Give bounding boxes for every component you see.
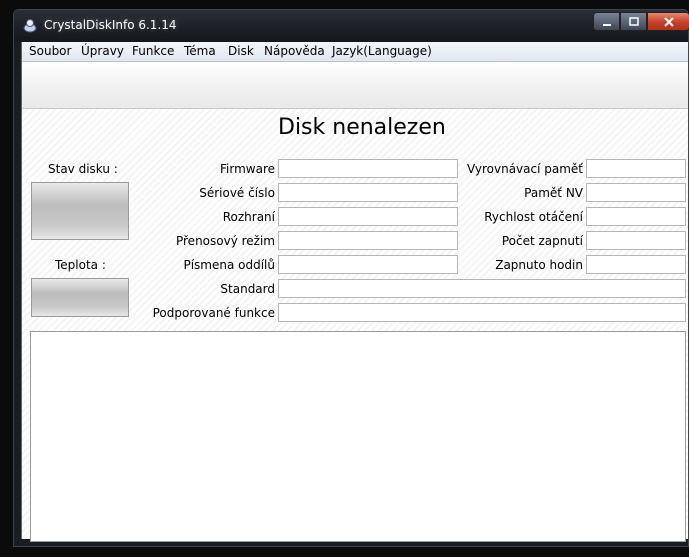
health-status-button[interactable] <box>31 182 129 240</box>
serial-number-field[interactable] <box>278 183 458 202</box>
interface-field[interactable] <box>278 207 458 226</box>
menu-bar: Soubor Úpravy Funkce Téma Disk Nápověda … <box>22 42 688 62</box>
menu-soubor[interactable]: Soubor <box>29 44 71 58</box>
power-on-hours-label: Zapnuto hodin <box>495 258 583 272</box>
rotation-rate-field[interactable] <box>586 207 686 226</box>
maximize-button[interactable] <box>620 12 647 31</box>
temperature-label: Teplota : <box>55 258 106 272</box>
maximize-icon <box>628 17 639 26</box>
drive-letters-field[interactable] <box>278 255 458 274</box>
client-area: Soubor Úpravy Funkce Téma Disk Nápověda … <box>21 42 688 542</box>
transfer-mode-field[interactable] <box>278 231 458 250</box>
health-status-label: Stav disku : <box>48 162 118 176</box>
smart-attributes-list[interactable] <box>30 331 686 542</box>
buffer-size-label: Vyrovnávací paměť <box>466 162 583 176</box>
menu-funkce[interactable]: Funkce <box>132 44 174 58</box>
firmware-field[interactable] <box>278 159 458 178</box>
drive-letters-label: Písmena oddílů <box>183 258 275 272</box>
rotation-rate-label: Rychlost otáčení <box>484 210 583 224</box>
menu-napoveda[interactable]: Nápověda <box>264 44 325 58</box>
minimize-icon <box>602 24 611 26</box>
nv-cache-label: Paměť NV <box>524 186 583 200</box>
menu-upravy[interactable]: Úpravy <box>81 44 124 58</box>
nv-cache-field[interactable] <box>586 183 686 202</box>
menu-jazyk[interactable]: Jazyk(Language) <box>332 44 432 58</box>
window-title: CrystalDiskInfo 6.1.14 <box>44 18 177 32</box>
title-bar[interactable]: CrystalDiskInfo 6.1.14 <box>14 10 689 42</box>
standard-field[interactable] <box>278 279 686 298</box>
disk-title: Disk nenalezen <box>278 115 446 140</box>
power-on-count-field[interactable] <box>586 231 686 250</box>
serial-number-label: Sériové číslo <box>199 186 275 200</box>
supported-features-field[interactable] <box>278 303 686 322</box>
minimize-button[interactable] <box>593 12 620 31</box>
interface-label: Rozhraní <box>222 210 275 224</box>
power-on-count-label: Počet zapnutí <box>501 234 583 248</box>
buffer-size-field[interactable] <box>586 159 686 178</box>
crystaldiskinfo-icon <box>23 19 37 33</box>
firmware-label: Firmware <box>220 162 275 176</box>
menu-disk[interactable]: Disk <box>228 44 254 58</box>
standard-label: Standard <box>220 282 275 296</box>
menu-tema[interactable]: Téma <box>184 44 216 58</box>
close-button[interactable] <box>647 12 689 31</box>
temperature-button[interactable] <box>31 278 129 317</box>
power-on-hours-field[interactable] <box>586 255 686 274</box>
main-panel: Disk nenalezen Stav disku : Teplota : Fi… <box>22 109 688 542</box>
transfer-mode-label: Přenosový režim <box>175 234 275 248</box>
supported-features-label: Podporované funkce <box>152 306 275 320</box>
app-window: CrystalDiskInfo 6.1.14 Soubor Úpravy Fun… <box>13 9 689 547</box>
disk-selector-bar <box>22 62 688 109</box>
close-icon <box>663 17 674 27</box>
